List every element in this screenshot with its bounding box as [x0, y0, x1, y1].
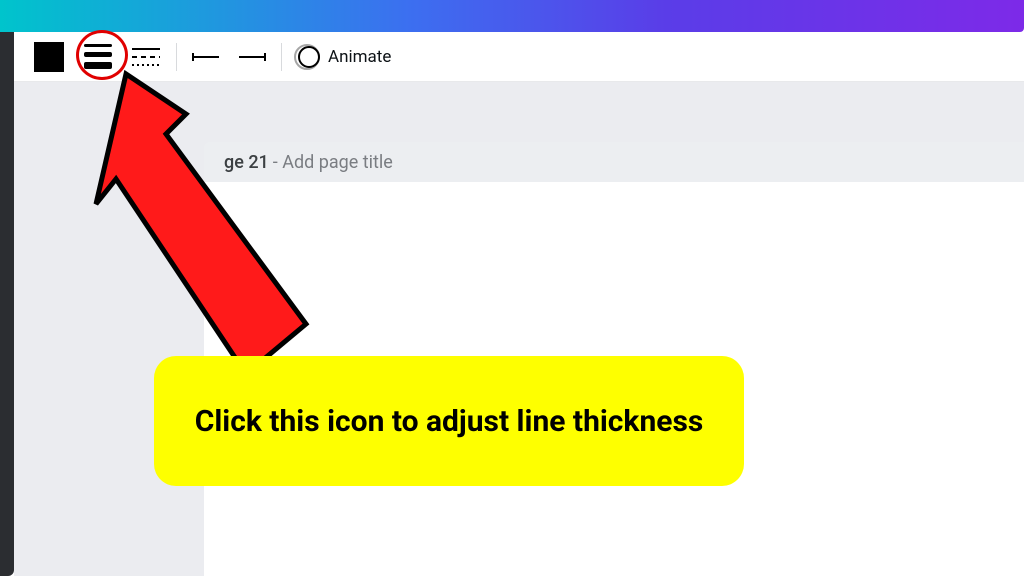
animate-icon: [298, 46, 320, 68]
line-weight-button[interactable]: [74, 32, 122, 82]
color-swatch-icon: [34, 42, 64, 72]
page-header-bar[interactable]: ge 21 - Add page title: [204, 142, 1024, 182]
toolbar-divider: [281, 43, 282, 71]
page-number-label: ge 21: [224, 152, 269, 173]
page-title-placeholder: - Add page title: [273, 152, 393, 173]
instruction-callout: Click this icon to adjust line thickness: [154, 356, 744, 486]
animate-button[interactable]: Animate: [288, 32, 401, 82]
line-style-icon: [132, 48, 160, 66]
line-style-button[interactable]: [122, 32, 170, 82]
callout-text: Click this icon to adjust line thickness: [195, 402, 704, 441]
line-weight-icon: [84, 44, 112, 69]
canvas-background: ge 21 - Add page title: [14, 82, 1024, 576]
line-end-button[interactable]: [229, 32, 275, 82]
line-start-icon: [193, 56, 219, 58]
animate-label: Animate: [328, 47, 391, 67]
left-app-strip: [0, 0, 14, 576]
top-brand-gradient: [0, 0, 1024, 32]
line-color-button[interactable]: [24, 32, 74, 82]
line-start-button[interactable]: [183, 32, 229, 82]
line-end-icon: [239, 56, 265, 58]
editor-toolbar: Animate: [14, 32, 1024, 82]
toolbar-divider: [176, 43, 177, 71]
